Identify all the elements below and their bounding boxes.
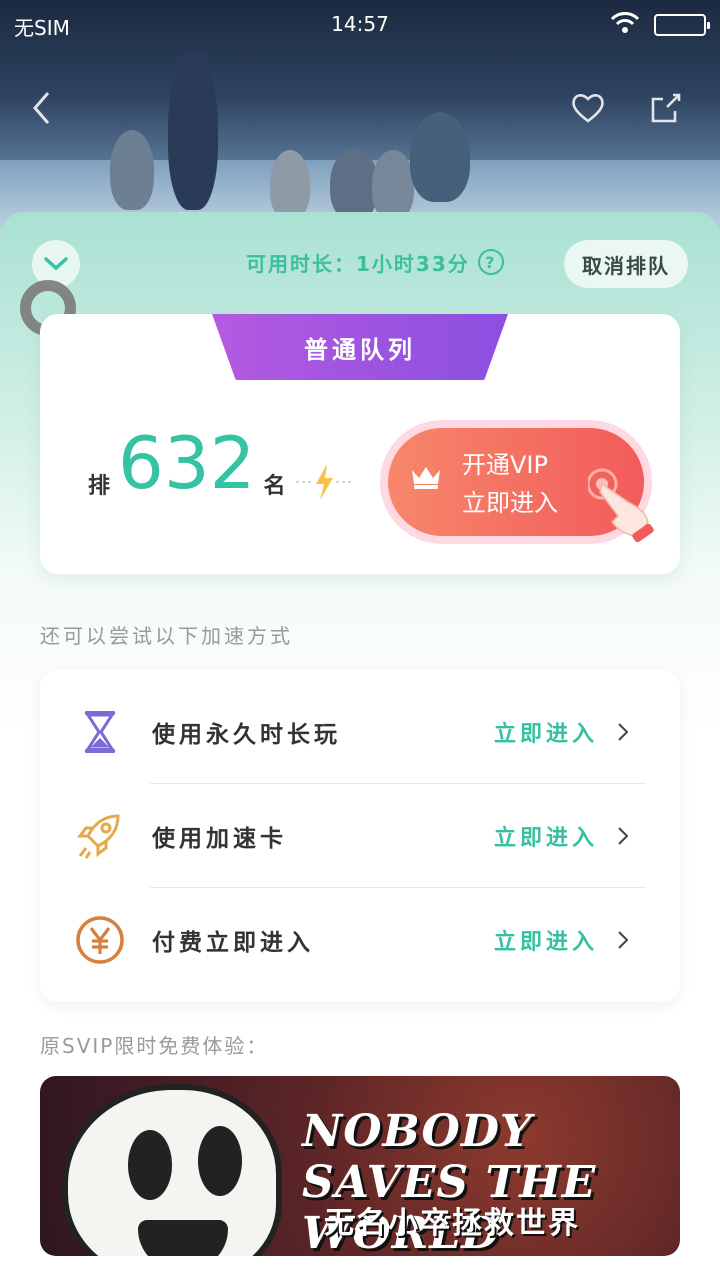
banner-character-eye <box>128 1130 172 1200</box>
queue-card: 普通队列 排 632 名 开通VIP 立即进入 <box>40 314 680 574</box>
speedup-options-card: 使用永久时长玩 立即进入 使用加速卡 立即进入 付费立即进入 立即进入 <box>40 670 680 1002</box>
back-button[interactable] <box>18 84 66 132</box>
option-label: 付费立即进入 <box>152 930 314 956</box>
chevron-right-icon <box>618 723 629 741</box>
tap-hand-icon <box>588 468 654 542</box>
option-label: 使用永久时长玩 <box>152 722 341 748</box>
queue-sheet: 可用时长：1小时33分 ? 取消排队 普通队列 排 632 名 开通VIP 立即… <box>0 212 720 1280</box>
option-speed-card[interactable]: 使用加速卡 立即进入 <box>40 784 680 888</box>
option-label: 使用加速卡 <box>152 826 287 852</box>
open-vip-button[interactable]: 开通VIP 立即进入 <box>380 420 654 544</box>
open-vip-button-body: 开通VIP 立即进入 <box>388 428 654 542</box>
vip-line-2: 立即进入 <box>462 489 558 517</box>
back-arrow-icon <box>33 92 50 124</box>
status-bar: 无SIM 14:57 <box>0 0 720 48</box>
heart-icon <box>572 94 604 123</box>
wifi-icon <box>610 12 640 39</box>
game-hero-image: 无SIM 14:57 <box>0 0 720 240</box>
vip-line-1: 开通VIP <box>462 451 548 479</box>
crown-icon <box>412 467 440 489</box>
cancel-queue-button[interactable]: 取消排队 <box>564 240 688 288</box>
queue-rank: 排 632 名 <box>88 418 285 508</box>
chevron-down-icon <box>44 257 68 271</box>
option-permanent-time[interactable]: 使用永久时长玩 立即进入 <box>40 680 680 784</box>
yuan-coin-icon <box>76 916 124 964</box>
share-icon <box>651 93 681 123</box>
chevron-right-icon <box>618 931 629 949</box>
rocket-icon <box>77 814 120 859</box>
vip-button-text: 开通VIP 立即进入 <box>462 446 558 522</box>
banner-character <box>62 1084 282 1256</box>
battery-icon <box>654 14 710 36</box>
banner-character-eye <box>198 1126 242 1196</box>
available-time-label: 可用时长：1小时33分 <box>246 251 470 276</box>
option-enter-link[interactable]: 立即进入 <box>494 716 598 748</box>
rank-prefix: 排 <box>88 474 111 499</box>
queue-type-tab: 普通队列 <box>212 314 508 380</box>
chevron-right-icon <box>618 827 629 845</box>
option-enter-link[interactable]: 立即进入 <box>494 924 598 956</box>
hourglass-icon <box>85 711 115 753</box>
hero-penguin <box>372 150 414 220</box>
hero-penguin <box>110 130 154 210</box>
speedup-tip: 还可以尝试以下加速方式 <box>40 624 293 648</box>
share-button[interactable] <box>642 84 690 132</box>
banner-character-mouth <box>138 1220 228 1256</box>
hero-penguin <box>270 150 310 220</box>
hero-penguin <box>330 148 378 220</box>
svip-game-banner[interactable]: NOBODY SAVES THE WORLD 无名小卒拯救世界 <box>40 1076 680 1256</box>
favorite-button[interactable] <box>564 84 612 132</box>
banner-game-subtitle: 无名小卒拯救世界 <box>324 1206 580 1241</box>
rank-suffix: 名 <box>263 474 286 499</box>
help-icon[interactable]: ? <box>477 249 504 275</box>
hero-penguin <box>168 50 218 210</box>
option-pay-enter[interactable]: 付费立即进入 立即进入 <box>40 888 680 992</box>
option-enter-link[interactable]: 立即进入 <box>494 820 598 852</box>
hero-tree <box>410 112 470 202</box>
lightning-icon <box>296 462 352 502</box>
available-time: 可用时长：1小时33分 ? <box>246 246 504 278</box>
svip-trial-label: 原SVIP限时免费体验： <box>40 1034 269 1058</box>
rank-number: 632 <box>118 421 256 505</box>
